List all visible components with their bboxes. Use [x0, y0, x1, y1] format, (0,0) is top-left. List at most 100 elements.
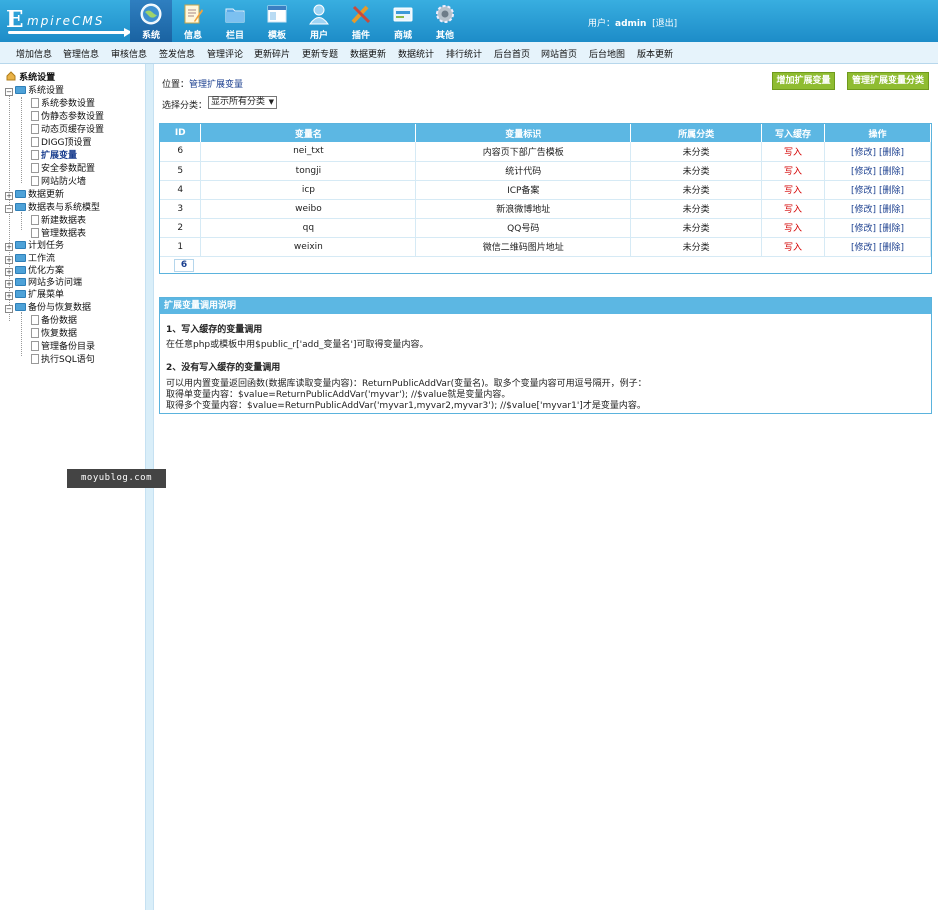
tree-item-tables-models[interactable]: − 数据表与系统模型	[5, 200, 100, 213]
tree-item-label: 动态页缓存设置	[41, 125, 105, 135]
menu-review-info[interactable]: 审核信息	[111, 47, 147, 60]
edit-link[interactable]: [修改]	[851, 224, 876, 234]
tree-item-security[interactable]: 安全参数配置	[31, 161, 95, 174]
nav-user[interactable]: 用户	[298, 0, 340, 42]
tree-item-multi-access[interactable]: + 网站多访问端	[5, 275, 82, 288]
page-icon	[31, 137, 39, 147]
col-id[interactable]: ID	[160, 124, 202, 142]
cell-id: 4	[160, 180, 202, 200]
tree-item-label: 系统参数设置	[41, 99, 96, 109]
menu-version-update[interactable]: 版本更新	[637, 47, 673, 60]
menu-data-update[interactable]: 数据更新	[350, 47, 386, 60]
tree-item-page-cache[interactable]: 动态页缓存设置	[31, 122, 105, 135]
edit-link[interactable]: [修改]	[851, 243, 876, 253]
nav-shop[interactable]: 商城	[382, 0, 424, 42]
tree-item-digg[interactable]: DIGG顶设置	[31, 135, 92, 148]
tree-item-run-sql[interactable]: 执行SQL语句	[31, 352, 95, 365]
menu-update-topics[interactable]: 更新专题	[302, 47, 338, 60]
col-class[interactable]: 所属分类	[630, 124, 763, 142]
col-var-title[interactable]: 变量标识	[415, 124, 632, 142]
tree-item-manage-tables[interactable]: 管理数据表	[31, 226, 86, 239]
expand-icon[interactable]: +	[5, 243, 13, 251]
edit-link[interactable]: [修改]	[851, 205, 876, 215]
nav-label: 其他	[435, 31, 454, 41]
delete-link[interactable]: [删除]	[879, 186, 904, 196]
nav-template[interactable]: 模板	[256, 0, 298, 42]
nav-other[interactable]: 其他	[424, 0, 466, 42]
menu-update-fragments[interactable]: 更新碎片	[254, 47, 290, 60]
nav-info[interactable]: 信息	[172, 0, 214, 42]
class-select[interactable]: 显示所有分类 ▼	[208, 96, 277, 109]
table-row: 5 tongji 统计代码 未分类 写入 [修改] [删除]	[160, 161, 931, 181]
menu-sign-info[interactable]: 签发信息	[159, 47, 195, 60]
menu-site-home[interactable]: 网站首页	[541, 47, 577, 60]
expand-icon[interactable]: +	[5, 192, 13, 200]
nav-plugin[interactable]: 插件	[340, 0, 382, 42]
tree-item-restore[interactable]: 恢复数据	[31, 326, 77, 339]
table-row: 3 weibo 新浪微博地址 未分类 写入 [修改] [删除]	[160, 199, 931, 219]
tree-item-backup-dir[interactable]: 管理备份目录	[31, 339, 95, 352]
menu-rank-stats[interactable]: 排行统计	[446, 47, 482, 60]
page-icon	[31, 315, 39, 325]
folder-open-icon	[15, 303, 26, 311]
menu-admin-map[interactable]: 后台地图	[589, 47, 625, 60]
tree-item-data-update[interactable]: + 数据更新	[5, 187, 64, 200]
help-text-4: 取得多个变量内容：$value=ReturnPublicAddVar('myva…	[166, 401, 646, 411]
tree-item-rewrite[interactable]: 伪静态参数设置	[31, 109, 104, 122]
expand-icon[interactable]: +	[5, 292, 13, 300]
collapse-icon[interactable]: −	[5, 305, 13, 313]
cell-cache: 写入	[761, 237, 826, 257]
cell-class: 未分类	[630, 142, 763, 162]
tree-item-extend-vars[interactable]: 扩展变量	[31, 148, 77, 161]
edit-icon	[184, 4, 203, 24]
page-icon	[31, 341, 39, 351]
delete-link[interactable]: [删除]	[879, 167, 904, 177]
delete-link[interactable]: [删除]	[879, 243, 904, 253]
collapse-icon[interactable]: −	[5, 88, 13, 96]
table-row: 6 nei_txt 内容页下部广告模板 未分类 写入 [修改] [删除]	[160, 142, 931, 162]
logout-link[interactable]: [退出]	[652, 19, 677, 29]
edit-link[interactable]: [修改]	[851, 186, 876, 196]
page-icon	[31, 176, 39, 186]
window-icon	[267, 5, 287, 23]
tree-root[interactable]: 系统设置	[6, 70, 55, 83]
tree-item-system-settings[interactable]: − 系统设置	[5, 83, 64, 96]
col-cache[interactable]: 写入缓存	[761, 124, 826, 142]
cell-actions: [修改] [删除]	[824, 237, 931, 257]
logo-initial: E	[6, 6, 25, 33]
menu-manage-comments[interactable]: 管理评论	[207, 47, 243, 60]
add-extend-var-button[interactable]: 增加扩展变量	[772, 72, 835, 90]
delete-link[interactable]: [删除]	[879, 148, 904, 158]
breadcrumb-link[interactable]: 管理扩展变量	[189, 80, 243, 90]
tree-guide	[21, 212, 22, 230]
cell-cache: 写入	[761, 142, 826, 162]
cell-cache: 写入	[761, 218, 826, 238]
menu-add-info[interactable]: 增加信息	[16, 47, 52, 60]
tree-item-backup-restore[interactable]: − 备份与恢复数据	[5, 300, 91, 313]
tree-item-optimization[interactable]: + 优化方案	[5, 263, 64, 276]
tree-item-extend-menu[interactable]: + 扩展菜单	[5, 287, 64, 300]
tree-item-scheduled-tasks[interactable]: + 计划任务	[5, 238, 64, 251]
edit-link[interactable]: [修改]	[851, 167, 876, 177]
pagination-current[interactable]: 6	[174, 259, 194, 272]
tree-item-backup[interactable]: 备份数据	[31, 313, 77, 326]
delete-link[interactable]: [删除]	[879, 205, 904, 215]
tree-item-new-table[interactable]: 新建数据表	[31, 213, 86, 226]
menu-data-stats[interactable]: 数据统计	[398, 47, 434, 60]
edit-link[interactable]: [修改]	[851, 148, 876, 158]
delete-link[interactable]: [删除]	[879, 224, 904, 234]
nav-system[interactable]: 系统	[130, 0, 172, 42]
menu-admin-home[interactable]: 后台首页	[494, 47, 530, 60]
cell-actions: [修改] [删除]	[824, 161, 931, 181]
col-actions: 操作	[824, 124, 931, 142]
cell-class: 未分类	[630, 218, 763, 238]
tree-item-workflow[interactable]: + 工作流	[5, 251, 55, 264]
manage-var-class-button[interactable]: 管理扩展变量分类	[847, 72, 929, 90]
collapse-icon[interactable]: −	[5, 205, 13, 213]
empirecms-logo[interactable]: E mpireCMS	[6, 6, 132, 37]
menu-manage-info[interactable]: 管理信息	[63, 47, 99, 60]
tree-item-system-params[interactable]: 系统参数设置	[31, 96, 96, 109]
tree-item-firewall[interactable]: 网站防火墙	[31, 174, 86, 187]
nav-column[interactable]: 栏目	[214, 0, 256, 42]
col-var-name[interactable]: 变量名	[200, 124, 417, 142]
